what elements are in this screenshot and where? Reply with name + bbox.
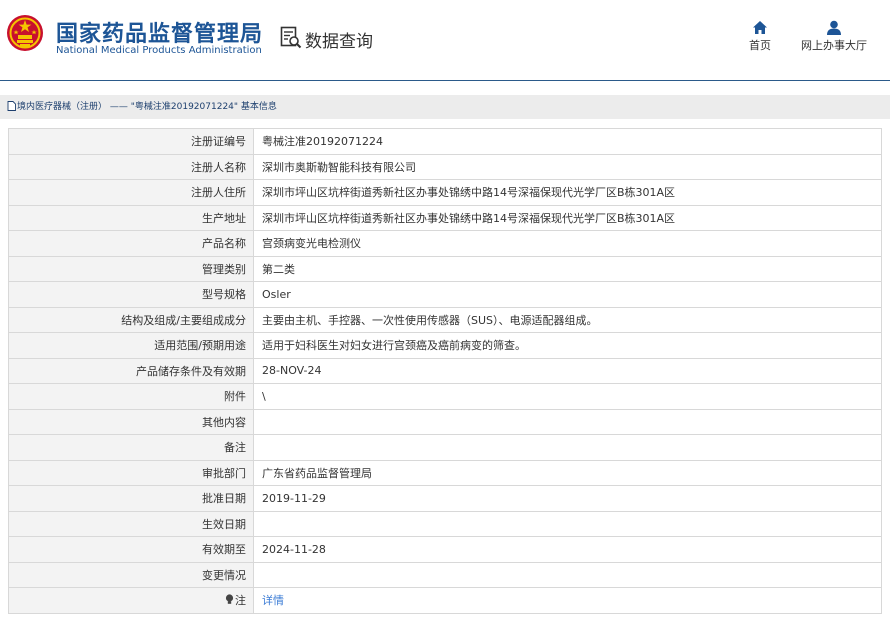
nav-service-hall[interactable]: 网上办事大厅: [796, 20, 872, 53]
table-row-note: 注 详情: [8, 587, 882, 614]
field-value: 深圳市奥斯勒智能科技有限公司: [253, 153, 882, 180]
table-row: 有效期至 2024-11-28: [8, 536, 882, 563]
field-value: \: [253, 383, 882, 410]
table-row: 注册人住所 深圳市坪山区坑梓街道秀新社区办事处锦绣中路14号深福保现代光学厂区B栋…: [8, 179, 882, 206]
nav-service-hall-label: 网上办事大厅: [801, 39, 867, 52]
field-label: 其他内容: [8, 408, 254, 435]
field-label: 备注: [8, 434, 254, 461]
field-label: 注册人住所: [8, 179, 254, 206]
table-row: 注册人名称 深圳市奥斯勒智能科技有限公司: [8, 153, 882, 180]
detail-table: 注册证编号 粤械注准20192071224 注册人名称 深圳市奥斯勒智能科技有限公司注…: [8, 128, 882, 614]
bulb-icon: [225, 594, 234, 605]
brand-title-en: National Medical Products Administration: [56, 45, 262, 56]
note-label: 注: [235, 594, 246, 608]
national-emblem-icon: [7, 15, 43, 51]
table-row: 其他内容: [8, 408, 882, 435]
table-row: 附件 \: [8, 383, 882, 410]
table-row: 变更情况: [8, 561, 882, 588]
site-header: 国家药品监督管理局 National Medical Products Admi…: [0, 0, 890, 81]
table-row: 结构及组成/主要组成成分 主要由主机、手控器、一次性使用传感器（SUS）、电源适配…: [8, 306, 882, 333]
field-value: 2019-11-29: [253, 485, 882, 512]
field-value: Osler: [253, 281, 882, 308]
field-label: 型号规格: [8, 281, 254, 308]
field-label: 审批部门: [8, 459, 254, 486]
note-label-cell: 注: [8, 587, 254, 614]
field-label: 变更情况: [8, 561, 254, 588]
field-label: 产品储存条件及有效期: [8, 357, 254, 384]
field-value: [253, 408, 882, 435]
data-query-icon: [280, 26, 302, 49]
field-label: 有效期至: [8, 536, 254, 563]
field-value: 广东省药品监督管理局: [253, 459, 882, 486]
user-icon: [827, 20, 841, 35]
table-row: 型号规格 Osler: [8, 281, 882, 308]
details-link[interactable]: 详情: [262, 594, 284, 607]
table-row: 生产地址 深圳市坪山区坑梓街道秀新社区办事处锦绣中路14号深福保现代光学厂区B栋3…: [8, 204, 882, 231]
table-row: 审批部门 广东省药品监督管理局: [8, 459, 882, 486]
field-label: 适用范围/预期用途: [8, 332, 254, 359]
field-value: [253, 561, 882, 588]
breadcrumb-record: "粤械注准20192071224": [130, 102, 239, 112]
field-value: 28-NOV-24: [253, 357, 882, 384]
field-label: 管理类别: [8, 255, 254, 282]
breadcrumb-section: 基本信息: [240, 102, 277, 112]
field-value: 适用于妇科医生对妇女进行宫颈癌及癌前病变的筛查。: [253, 332, 882, 359]
table-row: 适用范围/预期用途 适用于妇科医生对妇女进行宫颈癌及癌前病变的筛查。: [8, 332, 882, 359]
table-row: 注册证编号 粤械注准20192071224: [8, 128, 882, 155]
field-value: 2024-11-28: [253, 536, 882, 563]
table-row: 生效日期: [8, 510, 882, 537]
nav-home[interactable]: 首页: [742, 20, 778, 53]
home-icon: [753, 21, 767, 34]
document-icon: [7, 101, 16, 111]
breadcrumb-separator: ——: [109, 102, 128, 112]
field-value: 深圳市坪山区坑梓街道秀新社区办事处锦绣中路14号深福保现代光学厂区B栋301A区: [253, 179, 882, 206]
field-value: 宫颈病变光电检测仪: [253, 230, 882, 257]
breadcrumb-category-link[interactable]: 境内医疗器械（注册）: [17, 102, 107, 112]
field-label: 生效日期: [8, 510, 254, 537]
field-label: 生产地址: [8, 204, 254, 231]
field-label: 结构及组成/主要组成成分: [8, 306, 254, 333]
field-label: 注册证编号: [8, 128, 254, 155]
field-value: 深圳市坪山区坑梓街道秀新社区办事处锦绣中路14号深福保现代光学厂区B栋301A区: [253, 204, 882, 231]
table-row: 产品储存条件及有效期 28-NOV-24: [8, 357, 882, 384]
breadcrumb: 境内医疗器械（注册） —— "粤械注准20192071224" 基本信息: [0, 95, 890, 119]
note-value-cell: 详情: [253, 587, 882, 614]
field-label: 产品名称: [8, 230, 254, 257]
nav-home-label: 首页: [749, 39, 771, 52]
field-value: 主要由主机、手控器、一次性使用传感器（SUS）、电源适配器组成。: [253, 306, 882, 333]
table-row: 备注: [8, 434, 882, 461]
table-row: 产品名称 宫颈病变光电检测仪: [8, 230, 882, 257]
field-label: 附件: [8, 383, 254, 410]
field-label: 批准日期: [8, 485, 254, 512]
field-value: [253, 434, 882, 461]
data-query-title: 数据查询: [305, 32, 373, 52]
brand-title-cn: 国家药品监督管理局: [56, 22, 264, 47]
field-value: [253, 510, 882, 537]
table-row: 管理类别 第二类: [8, 255, 882, 282]
field-value: 第二类: [253, 255, 882, 282]
field-value: 粤械注准20192071224: [253, 128, 882, 155]
table-row: 批准日期 2019-11-29: [8, 485, 882, 512]
field-label: 注册人名称: [8, 153, 254, 180]
